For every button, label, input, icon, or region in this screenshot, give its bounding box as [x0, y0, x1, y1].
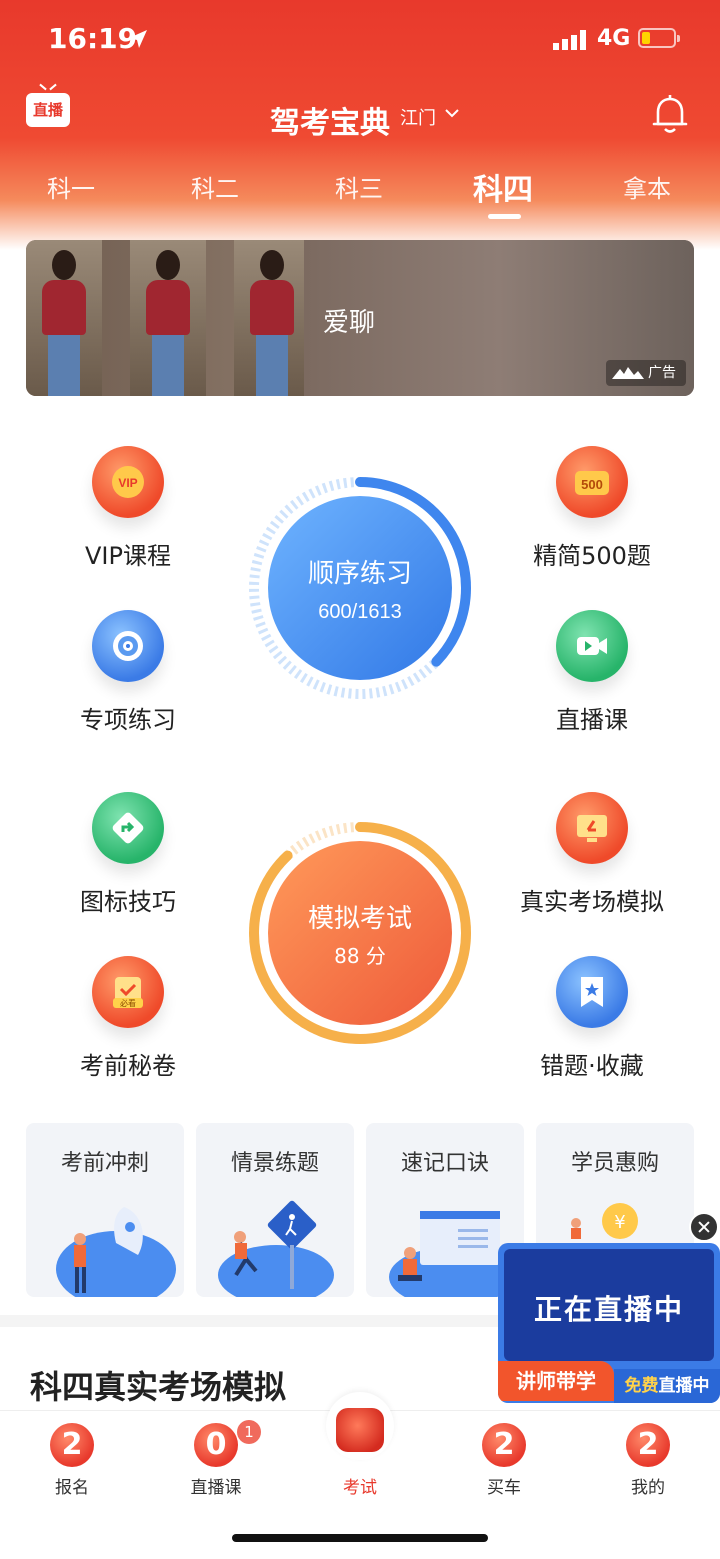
feature-special-practice[interactable]: 专项练习	[48, 610, 208, 735]
rocket-illustration-icon	[56, 1207, 176, 1297]
ad-label: 广告	[606, 360, 686, 386]
monitor-icon	[556, 792, 628, 864]
card-pre-exam-sprint[interactable]: 考前冲刺	[26, 1123, 184, 1297]
card-label: 学员惠购	[570, 1151, 659, 1176]
nav-mine[interactable]: 2 我的	[598, 1423, 698, 1498]
coin-icon: 2	[50, 1423, 94, 1467]
feature-label: 错题·收藏	[540, 1052, 644, 1080]
subject-tabs: 科一 科二 科三 科四 拿本	[0, 165, 720, 225]
exam-title: 模拟考试	[308, 904, 412, 934]
nav-signup[interactable]: 2 报名	[22, 1423, 122, 1498]
bell-icon[interactable]	[650, 92, 690, 136]
feature-wrong-favorites[interactable]: 错题·收藏	[512, 956, 672, 1081]
ad-logo-icon	[612, 367, 644, 379]
500-badge-text: 500	[581, 477, 603, 492]
home-indicator	[232, 1534, 488, 1542]
card-label: 考前冲刺	[60, 1151, 149, 1176]
feature-500-questions[interactable]: 500 精简500题	[512, 446, 672, 571]
video-camera-icon	[556, 610, 628, 682]
live-stream-float-window[interactable]: 正在直播中 讲师带学 免费直播中	[498, 1243, 720, 1403]
nav-label: 直播课	[190, 1478, 242, 1498]
nav-exam[interactable]: 考试	[310, 1467, 410, 1498]
mock-exam-button[interactable]: 模拟考试 88 分	[248, 821, 472, 1045]
nav-label: 报名	[55, 1478, 89, 1498]
feature-label: 直播课	[556, 706, 628, 734]
live-status-text: 正在直播中	[533, 1293, 684, 1326]
exam-score-text: 88 分	[334, 944, 386, 968]
feature-sign-tips[interactable]: 图标技巧	[48, 792, 208, 917]
battery-icon	[638, 28, 680, 48]
feature-vip-course[interactable]: VIP VIP课程	[48, 446, 208, 571]
tab-get-license[interactable]: 拿本	[597, 169, 697, 204]
banner-photo	[130, 240, 206, 396]
banner-photo	[234, 240, 310, 396]
tab-subject-1[interactable]: 科一	[21, 169, 121, 204]
network-type: 4G	[597, 26, 631, 51]
banner-text: 爱聊	[323, 308, 376, 338]
tab-subject-3[interactable]: 科三	[309, 169, 409, 204]
coin-yuan-icon: ¥	[571, 1203, 638, 1239]
feature-live-class[interactable]: 直播课	[512, 610, 672, 735]
feature-real-exam-sim[interactable]: 真实考场模拟	[512, 792, 672, 917]
nav-label: 买车	[487, 1478, 521, 1498]
live-tag-free: 免费直播中	[614, 1369, 720, 1403]
coin-icon: 2	[626, 1423, 670, 1467]
nav-label: 我的	[631, 1478, 665, 1498]
card-label: 速记口诀	[400, 1151, 489, 1176]
road-sign-icon	[92, 792, 164, 864]
status-time: 16:19	[48, 22, 138, 55]
must-read-label: 必看	[120, 998, 136, 1008]
feature-label: 图标技巧	[80, 888, 176, 916]
svg-text:VIP: VIP	[118, 476, 137, 490]
live-tv-button[interactable]: 直播	[26, 93, 70, 127]
tab-subject-4[interactable]: 科四	[453, 165, 553, 209]
ad-label-text: 广告	[648, 365, 676, 381]
location-arrow-icon	[129, 30, 147, 48]
practice-progress-text: 600/1613	[318, 601, 401, 623]
section-title: 科四真实考场模拟	[30, 1368, 287, 1406]
card-label: 情景练题	[230, 1151, 319, 1176]
bookmark-star-icon	[556, 956, 628, 1028]
feature-label: 考前秘卷	[80, 1052, 176, 1080]
tab-subject-2[interactable]: 科二	[165, 169, 265, 204]
banner-photo	[26, 240, 102, 396]
pedestrian-sign-illustration-icon	[218, 1200, 334, 1297]
drum-icon[interactable]	[326, 1392, 394, 1460]
notification-badge: 1	[237, 1420, 261, 1444]
coin-icon: 0	[194, 1423, 238, 1467]
app-title: 驾考宝典	[270, 106, 390, 141]
ad-banner[interactable]: 爱聊 广告	[26, 240, 694, 396]
study-illustration-icon	[389, 1211, 513, 1297]
live-tag-teacher: 讲师带学	[498, 1361, 614, 1401]
practice-title: 顺序练习	[308, 559, 412, 589]
feature-label: 专项练习	[80, 706, 176, 734]
status-bar: 16:19 4G	[0, 0, 720, 80]
target-icon	[92, 610, 164, 682]
feature-exam-secrets[interactable]: 必看 考前秘卷	[48, 956, 208, 1081]
card-scenario-practice[interactable]: 情景练题	[196, 1123, 354, 1297]
nav-label: 考试	[343, 1478, 377, 1498]
feature-label: 真实考场模拟	[520, 888, 664, 916]
live-now-text: 直播中	[658, 1376, 710, 1396]
close-live-float-button[interactable]	[689, 1212, 719, 1242]
city-selector[interactable]: 江门	[400, 104, 436, 130]
sequential-practice-button[interactable]: 顺序练习 600/1613	[248, 476, 472, 700]
clipboard-check-icon: 必看	[92, 956, 164, 1028]
active-tab-indicator	[488, 214, 521, 219]
coin-icon: 2	[482, 1423, 526, 1467]
feature-label: VIP课程	[85, 542, 171, 570]
free-text: 免费	[624, 1376, 659, 1396]
vip-icon: VIP	[92, 446, 164, 518]
feature-label: 精简500题	[533, 542, 651, 570]
500-badge-icon: 500	[556, 446, 628, 518]
cellular-signal-icon	[553, 30, 586, 50]
nav-buy-car[interactable]: 2 买车	[454, 1423, 554, 1498]
chevron-down-icon[interactable]	[444, 106, 460, 120]
svg-text:¥: ¥	[614, 1212, 625, 1233]
